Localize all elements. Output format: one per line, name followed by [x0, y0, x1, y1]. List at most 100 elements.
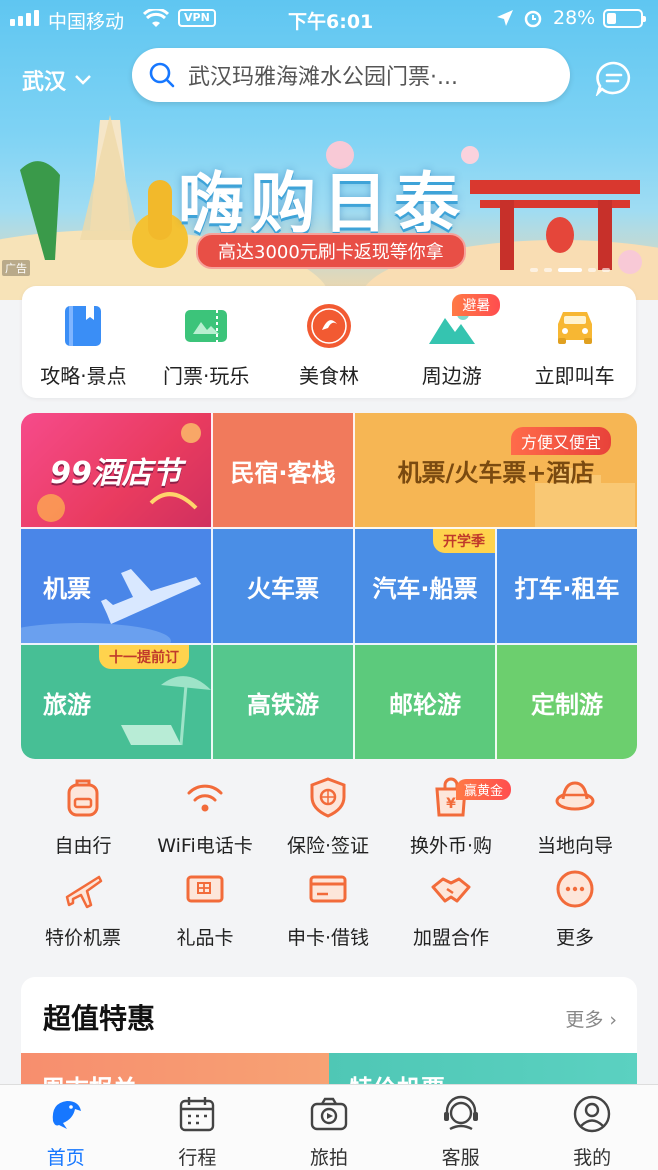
cruise-tile[interactable]: 邮轮游	[355, 645, 497, 759]
quick-menu: 攻略·景点 门票·玩乐 美食林 周边游 避暑 立即叫车	[22, 286, 636, 398]
tab-customer-service[interactable]: 客服	[395, 1085, 527, 1170]
message-icon[interactable]	[594, 60, 634, 96]
tab-profile[interactable]: 我的	[526, 1085, 658, 1170]
taxi-rental-label: 打车·租车	[514, 574, 620, 603]
quick-item-nearby[interactable]: 周边游 避暑	[390, 286, 513, 398]
plane-icon	[65, 875, 103, 909]
car-icon	[557, 312, 592, 344]
menu-item-more[interactable]: 更多	[514, 867, 636, 950]
search-placeholder: 武汉玛雅海滩水公园门票·...	[188, 65, 458, 90]
tab-label: 我的	[573, 1147, 612, 1169]
travel-label: 旅游	[43, 690, 91, 719]
menu-item-local-guide[interactable]: 当地向导	[514, 775, 636, 858]
flight-hotel-tile[interactable]: 机票/火车票+酒店 方便又便宜	[355, 413, 637, 529]
credit-card-icon	[309, 875, 347, 903]
signal-icon	[10, 10, 39, 26]
menu-item-label: 当地向导	[536, 835, 613, 857]
backpack-icon	[67, 779, 99, 817]
tab-travel-photo[interactable]: 旅拍	[263, 1085, 395, 1170]
handshake-icon	[431, 877, 471, 903]
battery-fill	[607, 13, 616, 24]
custom-label: 定制游	[531, 690, 603, 719]
city-selector[interactable]: 武汉	[22, 64, 92, 96]
search-bar[interactable]: 武汉玛雅海滩水公园门票·...	[132, 48, 570, 102]
flight-hotel-badge: 方便又便宜	[510, 427, 611, 455]
quick-item-guide[interactable]: 攻略·景点	[22, 286, 145, 398]
quick-item-taxi[interactable]: 立即叫车	[513, 286, 636, 398]
shield-icon	[310, 777, 346, 818]
location-arrow-icon	[497, 10, 513, 26]
hotel-fest-banner[interactable]: 99酒店节	[21, 413, 213, 529]
promo-banner[interactable]: 中国移动 VPN 下午6:01 28% 武汉 武汉玛雅海滩水公园门票·... 嗨…	[0, 0, 658, 300]
calendar-icon	[180, 1097, 215, 1132]
tab-bar: 首页 行程 旅拍 客服 我的	[0, 1084, 658, 1170]
menu-item-free-travel[interactable]: 自由行	[22, 775, 144, 858]
taxi-rental-tile[interactable]: 打车·租车	[497, 529, 637, 645]
vpn-badge: VPN	[178, 9, 216, 27]
train-label: 火车票	[247, 574, 319, 603]
wifi-icon	[187, 784, 223, 812]
hotel-fest-label: 99酒店节	[50, 456, 182, 491]
tab-label: 旅拍	[309, 1147, 348, 1169]
gold-badge: 赢黄金	[456, 779, 512, 800]
tab-label: 行程	[178, 1147, 217, 1169]
flight-hotel-label: 机票/火车票+酒店	[397, 458, 595, 487]
cruise-label: 邮轮游	[389, 690, 461, 719]
ticket-icon	[185, 310, 228, 342]
menu-item-wifi[interactable]: WiFi电话卡	[144, 775, 266, 858]
menu-item-currency[interactable]: ¥ 换外币·购 赢黄金	[390, 775, 512, 858]
custom-tile[interactable]: 定制游	[497, 645, 637, 759]
flight-tile[interactable]: 机票	[21, 529, 213, 645]
wifi-status-icon	[143, 9, 169, 27]
highspeed-label: 高铁游	[247, 690, 319, 719]
profile-icon	[573, 1095, 611, 1133]
more-icon	[556, 870, 594, 908]
tab-home[interactable]: 首页	[0, 1085, 132, 1170]
bus-ship-tile[interactable]: 汽车·船票 开学季	[355, 529, 497, 645]
menu-item-label: 申卡·借钱	[286, 927, 370, 949]
menu-item-insurance[interactable]: 保险·签证	[267, 775, 389, 858]
quick-item-tickets[interactable]: 门票·玩乐	[145, 286, 268, 398]
guide-book-icon	[65, 306, 102, 346]
menu-item-label: 换外币·购	[409, 835, 493, 857]
carrier-label: 中国移动	[48, 11, 125, 33]
quick-item-food[interactable]: 美食林	[268, 286, 391, 398]
menu-item-credit-card[interactable]: 申卡·借钱	[267, 867, 389, 950]
deals-more-link[interactable]: 更多 ›	[565, 1005, 617, 1032]
quick-item-label: 周边游	[421, 364, 482, 388]
highspeed-tile[interactable]: 高铁游	[213, 645, 355, 759]
tab-itinerary[interactable]: 行程	[132, 1085, 264, 1170]
preorder-badge: 十一提前订	[99, 645, 189, 669]
deals-more-label: 更多	[565, 1009, 604, 1031]
city-name: 武汉	[22, 70, 67, 95]
chevron-down-icon	[75, 75, 91, 85]
homestay-label: 民宿·客栈	[230, 458, 336, 487]
travel-tile[interactable]: 旅游 十一提前订	[21, 645, 213, 759]
status-bar: 中国移动 VPN 下午6:01 28%	[0, 0, 658, 36]
carousel-dots	[530, 268, 610, 272]
guide-hat-icon	[555, 781, 595, 811]
menu-item-franchise[interactable]: 加盟合作	[390, 867, 512, 950]
battery-percent: 28%	[553, 7, 596, 29]
menu-item-label: 保险·签证	[286, 835, 370, 857]
homestay-tile[interactable]: 民宿·客栈	[213, 413, 355, 529]
dolphin-home-icon	[52, 1101, 81, 1129]
quick-item-label: 美食林	[298, 364, 359, 388]
train-tile[interactable]: 火车票	[213, 529, 355, 645]
battery-icon	[603, 9, 646, 28]
food-forest-icon	[306, 304, 351, 348]
back-to-school-badge: 开学季	[433, 529, 495, 553]
summer-badge: 避暑	[452, 294, 501, 316]
deals-title: 超值特惠	[43, 1002, 156, 1035]
tab-label: 首页	[46, 1147, 85, 1169]
menu-item-cheap-flights[interactable]: 特价机票	[22, 867, 144, 950]
camera-icon	[310, 1097, 348, 1131]
search-icon	[149, 62, 175, 88]
menu-item-label: 自由行	[54, 835, 112, 857]
banner-subtitle: 高达3000元刷卡返现等你拿	[196, 233, 466, 269]
menu-item-gift-card[interactable]: 礼品卡	[144, 867, 266, 950]
quick-item-label: 攻略·景点	[40, 364, 127, 388]
flight-label: 机票	[43, 574, 91, 603]
app-screen: { "status_bar": {"carrier": "中国移动", "vpn…	[0, 0, 658, 1170]
ad-label: 广告	[2, 260, 30, 276]
